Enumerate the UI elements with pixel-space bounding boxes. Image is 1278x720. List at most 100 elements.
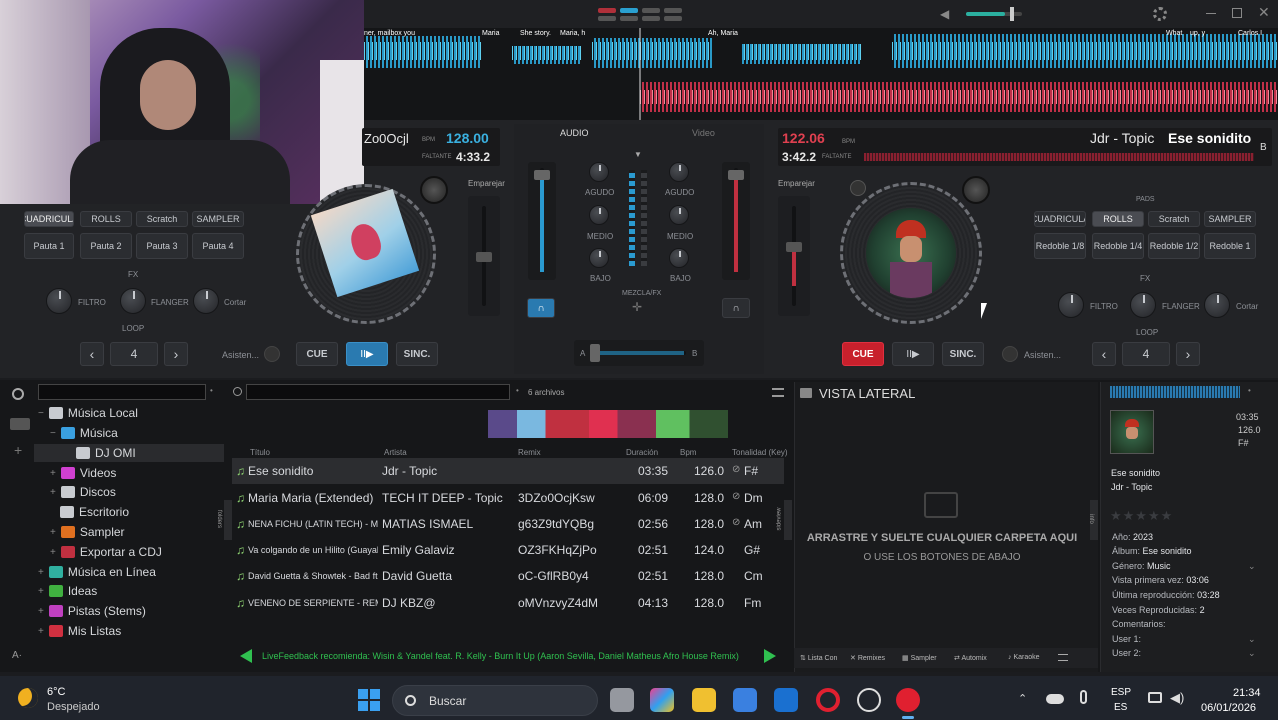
- crossfader[interactable]: A B: [574, 340, 704, 366]
- language-1[interactable]: ESP: [1111, 687, 1131, 698]
- weather-temp[interactable]: 6°C: [47, 686, 65, 698]
- folder-search-input[interactable]: [38, 384, 206, 400]
- sync-button-right[interactable]: SINC.: [942, 342, 984, 366]
- maximize-icon[interactable]: [1232, 8, 1242, 18]
- track-row[interactable]: ♫ Va colgando de un Hilito (Guayabo... E…: [232, 537, 784, 563]
- taskbar-search[interactable]: Buscar: [392, 685, 598, 716]
- tree-item-sampler[interactable]: + Sampler: [50, 525, 125, 539]
- rating-stars[interactable]: ★★★★★: [1110, 508, 1173, 524]
- pad-1[interactable]: Pauta 1: [24, 233, 74, 259]
- loop-next-button[interactable]: ›: [1176, 342, 1200, 366]
- loop-prev-button[interactable]: ‹: [1092, 342, 1116, 366]
- column-key[interactable]: Tonalidad (Key): [732, 448, 788, 457]
- side-view-menu-icon[interactable]: [1058, 654, 1068, 661]
- loop-prev-button[interactable]: ‹: [80, 342, 104, 366]
- user2-dropdown-icon[interactable]: ⌄: [1248, 648, 1256, 659]
- pitch-slider-right[interactable]: [778, 196, 810, 316]
- tree-item-musica[interactable]: − Música: [50, 426, 118, 440]
- fx-cut-knob[interactable]: [1204, 292, 1230, 318]
- pad-2[interactable]: Redoble 1/4: [1092, 233, 1144, 259]
- channel-fader-right[interactable]: [722, 162, 750, 280]
- info-tab[interactable]: info: [1088, 500, 1098, 540]
- info-user1[interactable]: User 1:: [1112, 634, 1141, 644]
- clock-date[interactable]: 06/01/2026: [1201, 702, 1256, 714]
- track-row[interactable]: ♫ NENA FICHU (LATIN TECH) - Mati... MATI…: [232, 511, 784, 537]
- match-button[interactable]: Emparejar: [778, 179, 815, 188]
- pad-2[interactable]: Pauta 2: [80, 233, 132, 259]
- column-remix[interactable]: Remix: [518, 448, 541, 457]
- fx-filter-knob[interactable]: [1058, 292, 1084, 318]
- pad-tab-rolls[interactable]: ROLLS: [80, 211, 132, 227]
- fx-cut-knob[interactable]: [193, 288, 219, 314]
- track-row[interactable]: ♫ VENENO DE SERPIENTE - REMI... DJ KBZ@ …: [232, 590, 784, 616]
- pad-3[interactable]: Pauta 3: [136, 233, 188, 259]
- opera-icon[interactable]: [816, 688, 840, 712]
- column-title[interactable]: Título: [250, 448, 270, 457]
- master-fx-knob[interactable]: ✛: [632, 300, 646, 314]
- livefeedback-bar[interactable]: LiveFeedback recomienda: Wisin & Yandel …: [232, 646, 784, 668]
- tree-item-musica-en-linea[interactable]: + Música en Línea: [38, 565, 156, 579]
- pad-tab-scratch[interactable]: Scratch: [1148, 211, 1200, 227]
- track-search-input[interactable]: [246, 384, 510, 400]
- headphone-cue-right-button[interactable]: ∩: [722, 298, 750, 318]
- fx-flanger-knob[interactable]: [120, 288, 146, 314]
- track-search-options[interactable]: •: [516, 386, 519, 395]
- play-pause-button-left[interactable]: II▶: [346, 342, 388, 366]
- cue-button-right[interactable]: CUE: [842, 342, 884, 366]
- weather-icon[interactable]: [18, 688, 38, 708]
- fx-flanger-knob[interactable]: [1130, 292, 1156, 318]
- assist-toggle[interactable]: [1002, 346, 1018, 362]
- tonearm-knob[interactable]: [962, 176, 990, 204]
- info-genre[interactable]: Género: Music: [1112, 561, 1171, 571]
- tonearm-knob[interactable]: [420, 176, 448, 204]
- tree-item-dj-omi[interactable]: DJ OMI: [76, 446, 136, 460]
- column-duration[interactable]: Duración: [626, 448, 658, 457]
- user1-dropdown-icon[interactable]: ⌄: [1248, 634, 1256, 645]
- track-search-icon[interactable]: [233, 387, 242, 396]
- pitch-slider-left[interactable]: [468, 196, 500, 316]
- pad-tab-cuadricula[interactable]: CUADRICULA: [24, 211, 74, 227]
- gear-icon[interactable]: [1153, 7, 1167, 21]
- tree-item-musica-local[interactable]: − Música Local: [38, 406, 138, 420]
- column-bpm[interactable]: Bpm: [680, 448, 696, 457]
- pad-3[interactable]: Redoble 1/2: [1148, 233, 1200, 259]
- tab-lista-con[interactable]: ⇅ Lista Con: [800, 654, 837, 662]
- master-volume-slider[interactable]: [966, 7, 1022, 21]
- tab-video[interactable]: Video: [692, 128, 715, 138]
- mixer-dropdown-icon[interactable]: ▼: [634, 150, 642, 159]
- font-size-icon[interactable]: A·: [12, 650, 22, 661]
- eq-high-right-knob[interactable]: [669, 162, 689, 182]
- pad-tab-sampler[interactable]: SAMPLER: [192, 211, 244, 227]
- track-row[interactable]: ♫ Ese sonidito Jdr - Topic 03:35 126.0 ⊘…: [232, 458, 784, 484]
- loop-size[interactable]: 4: [1122, 342, 1170, 366]
- tab-audio[interactable]: AUDIO: [560, 128, 589, 138]
- info-user2[interactable]: User 2:: [1112, 648, 1141, 658]
- chatgpt-icon[interactable]: [857, 688, 881, 712]
- genre-dropdown-icon[interactable]: ⌄: [1248, 561, 1256, 572]
- play-pause-button-right[interactable]: II▶: [892, 342, 934, 366]
- tab-automix[interactable]: ⇄ Automix: [954, 654, 987, 662]
- copilot-icon[interactable]: [650, 688, 674, 712]
- pad-tab-sampler[interactable]: SAMPLER: [1204, 211, 1256, 227]
- tray-chevron-icon[interactable]: ⌃: [1018, 692, 1027, 705]
- pad-4[interactable]: Pauta 4: [192, 233, 244, 259]
- tab-remixes[interactable]: ✕ Remixes: [850, 654, 885, 662]
- match-button[interactable]: Emparejar: [468, 179, 505, 188]
- language-2[interactable]: ES: [1114, 702, 1127, 713]
- eq-low-left-knob[interactable]: [589, 248, 609, 268]
- minimize-icon[interactable]: [1206, 13, 1216, 14]
- loop-size[interactable]: 4: [110, 342, 158, 366]
- tree-item-ideas[interactable]: + Ideas: [38, 584, 97, 598]
- pad-tab-scratch[interactable]: Scratch: [136, 211, 188, 227]
- tree-item-stems[interactable]: + Pistas (Stems): [38, 604, 146, 618]
- store-icon[interactable]: [733, 688, 757, 712]
- feedback-next-icon[interactable]: [764, 649, 776, 663]
- cue-button-left[interactable]: CUE: [296, 342, 338, 366]
- assist-toggle[interactable]: [264, 346, 280, 362]
- clock-time[interactable]: 21:34: [1233, 687, 1261, 699]
- pad-tab-rolls[interactable]: ROLLS: [1092, 211, 1144, 227]
- tab-sampler[interactable]: ▦ Sampler: [902, 654, 937, 662]
- waveform-panel[interactable]: ner, mailbox you Maria She story. Maria,…: [362, 28, 1278, 120]
- add-icon[interactable]: +: [14, 442, 22, 458]
- tree-item-escritorio[interactable]: Escritorio: [60, 505, 129, 519]
